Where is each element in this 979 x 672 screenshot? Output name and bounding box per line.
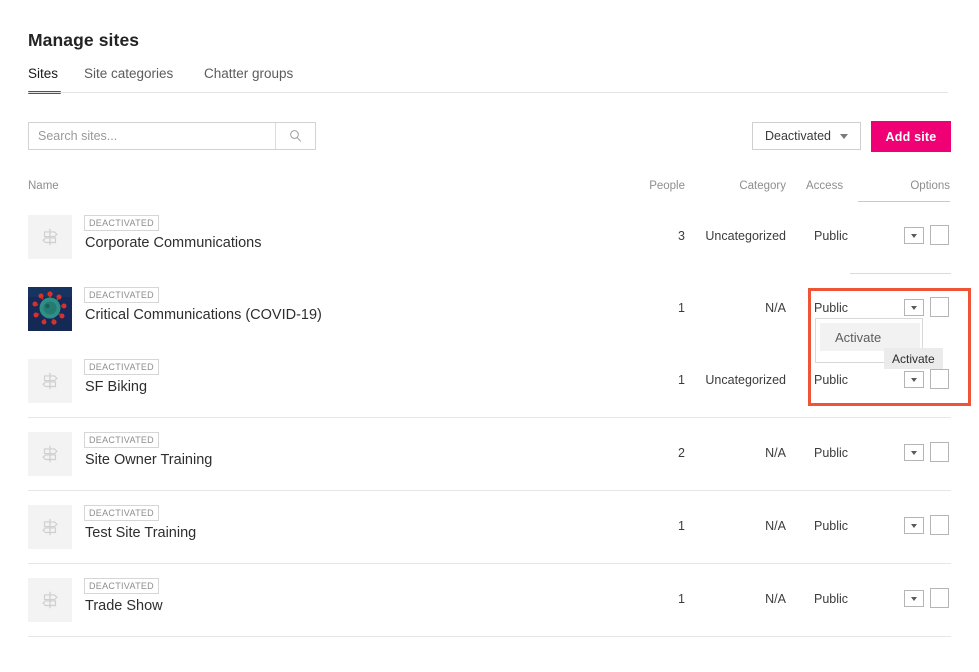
- cell-category: N/A: [700, 301, 786, 315]
- chevron-down-icon: [911, 451, 917, 455]
- site-name[interactable]: Corporate Communications: [85, 235, 262, 251]
- tab-chatter-groups[interactable]: Chatter groups: [204, 66, 293, 89]
- site-name[interactable]: Test Site Training: [85, 525, 196, 541]
- status-badge: DEACTIVATED: [84, 578, 159, 594]
- table-row[interactable]: DEACTIVATED Critical Communications (COV…: [28, 273, 951, 345]
- cell-access: Public: [814, 519, 848, 533]
- row-options-dropdown[interactable]: [904, 299, 924, 316]
- status-badge: DEACTIVATED: [84, 432, 159, 448]
- cell-category: Uncategorized: [700, 373, 786, 387]
- column-header-category: Category: [700, 180, 786, 192]
- site-thumbnail: [28, 287, 72, 331]
- table-header-row: Name People Category Access Options: [0, 174, 979, 201]
- cell-access: Public: [814, 446, 848, 460]
- status-badge: DEACTIVATED: [84, 505, 159, 521]
- cell-people: 3: [645, 229, 685, 243]
- status-badge: DEACTIVATED: [84, 215, 159, 231]
- status-badge: DEACTIVATED: [84, 287, 159, 303]
- site-thumbnail: [28, 578, 72, 622]
- cell-people: 1: [645, 301, 685, 315]
- signpost-placeholder-icon: [39, 589, 61, 611]
- search-icon: [289, 129, 303, 143]
- sites-table: Name People Category Access Options DEAC…: [0, 174, 979, 637]
- row-select-checkbox[interactable]: [930, 369, 949, 389]
- column-header-options: Options: [860, 180, 950, 192]
- activate-tooltip: Activate: [884, 348, 943, 369]
- row-options-dropdown[interactable]: [904, 371, 924, 388]
- tab-site-categories-label: Site categories: [84, 66, 173, 81]
- cell-access: Public: [814, 301, 848, 315]
- cell-category: N/A: [700, 446, 786, 460]
- row-options-dropdown[interactable]: [904, 517, 924, 534]
- column-header-people: People: [645, 180, 685, 192]
- search-button[interactable]: [275, 123, 315, 149]
- cell-people: 1: [645, 592, 685, 606]
- chevron-down-icon: [911, 234, 917, 238]
- cell-category: N/A: [700, 592, 786, 606]
- row-select-checkbox[interactable]: [930, 297, 949, 317]
- site-thumbnail: [28, 505, 72, 549]
- signpost-placeholder-icon: [39, 516, 61, 538]
- cell-access: Public: [814, 373, 848, 387]
- chevron-down-icon: [911, 378, 917, 382]
- tab-chatter-groups-label: Chatter groups: [204, 66, 293, 81]
- status-filter-select[interactable]: Deactivated: [752, 122, 861, 150]
- chevron-down-icon: [911, 306, 917, 310]
- status-badge: DEACTIVATED: [84, 359, 159, 375]
- table-row[interactable]: DEACTIVATED Trade Show 1 N/A Public: [28, 564, 951, 637]
- search-input[interactable]: [29, 123, 275, 149]
- table-row[interactable]: DEACTIVATED SF Biking 1 Uncategorized Pu…: [28, 345, 951, 418]
- row-select-checkbox[interactable]: [930, 588, 949, 608]
- tab-site-categories[interactable]: Site categories: [84, 66, 173, 89]
- table-row[interactable]: DEACTIVATED Site Owner Training 2 N/A Pu…: [28, 418, 951, 491]
- site-name[interactable]: Site Owner Training: [85, 452, 212, 468]
- row-options-dropdown[interactable]: [904, 590, 924, 607]
- cell-category: Uncategorized: [700, 229, 786, 243]
- site-thumbnail: [28, 432, 72, 476]
- chevron-down-icon: [840, 134, 848, 139]
- site-thumbnail: [28, 215, 72, 259]
- row-select-checkbox[interactable]: [930, 515, 949, 535]
- cell-access: Public: [814, 229, 848, 243]
- signpost-placeholder-icon: [39, 226, 61, 248]
- cell-people: 1: [645, 519, 685, 533]
- row-options-dropdown[interactable]: [904, 444, 924, 461]
- row-select-checkbox[interactable]: [930, 442, 949, 462]
- signpost-placeholder-icon: [39, 370, 61, 392]
- signpost-placeholder-icon: [39, 443, 61, 465]
- add-site-button[interactable]: Add site: [871, 121, 951, 152]
- search-box[interactable]: [28, 122, 316, 150]
- page-title: Manage sites: [28, 30, 139, 51]
- site-name[interactable]: Critical Communications (COVID-19): [85, 307, 322, 323]
- menu-item-activate[interactable]: Activate: [820, 323, 920, 351]
- column-header-name: Name: [28, 180, 59, 192]
- cell-access: Public: [814, 592, 848, 606]
- site-thumbnail: [28, 359, 72, 403]
- cell-category: N/A: [700, 519, 786, 533]
- table-row[interactable]: DEACTIVATED Test Site Training 1 N/A Pub…: [28, 491, 951, 564]
- tab-sites-label: Sites: [28, 66, 58, 81]
- cell-people: 1: [645, 373, 685, 387]
- tab-bar-divider: [28, 92, 948, 93]
- site-name[interactable]: Trade Show: [85, 598, 163, 614]
- tab-bar: Sites Site categories Chatter groups: [28, 66, 948, 94]
- chevron-down-icon: [911, 524, 917, 528]
- cell-people: 2: [645, 446, 685, 460]
- tab-sites[interactable]: Sites: [28, 66, 58, 89]
- row-select-checkbox[interactable]: [930, 225, 949, 245]
- chevron-down-icon: [911, 597, 917, 601]
- status-filter-value: Deactivated: [753, 129, 840, 143]
- row-options-dropdown[interactable]: [904, 227, 924, 244]
- site-name[interactable]: SF Biking: [85, 379, 147, 395]
- table-row[interactable]: DEACTIVATED Corporate Communications 3 U…: [28, 201, 951, 273]
- coronavirus-photo: [28, 287, 72, 331]
- column-header-access: Access: [806, 180, 843, 192]
- manage-sites-page: Manage sites Sites Site categories Chatt…: [0, 0, 979, 672]
